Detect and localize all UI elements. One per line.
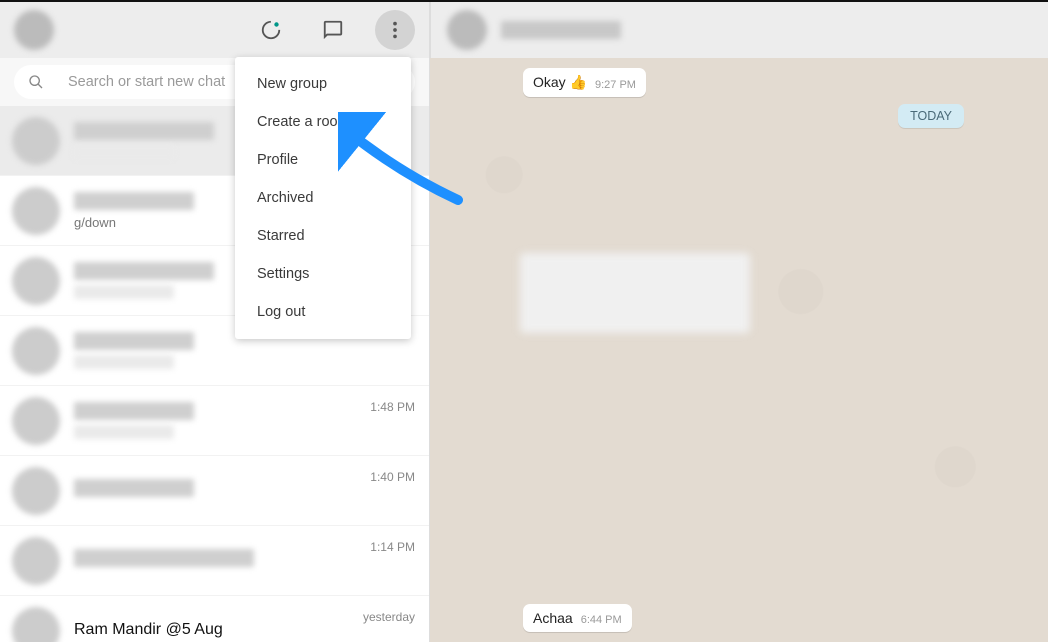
menu-archived[interactable]: Archived xyxy=(235,179,411,217)
chat-row[interactable]: 1:14 PM xyxy=(0,526,429,596)
date-chip: TODAY xyxy=(898,104,964,128)
status-icon[interactable] xyxy=(251,10,291,50)
my-avatar[interactable] xyxy=(14,10,54,50)
options-menu: New group Create a room Profile Archived… xyxy=(235,57,411,339)
chat-time: yesterday xyxy=(363,610,415,624)
message-time: 6:44 PM xyxy=(581,614,622,626)
chat-header xyxy=(430,2,1048,58)
message-time: 9:27 PM xyxy=(595,79,636,91)
menu-starred[interactable]: Starred xyxy=(235,217,411,255)
menu-icon[interactable] xyxy=(375,10,415,50)
message-text: Achaa xyxy=(533,610,573,626)
chat-time: 1:48 PM xyxy=(370,400,415,414)
chat-row[interactable]: 1:40 PM xyxy=(0,456,429,526)
menu-logout[interactable]: Log out xyxy=(235,293,411,331)
menu-create-room[interactable]: Create a room xyxy=(235,103,411,141)
chat-row[interactable]: Ram Mandir @5 Aug yesterday xyxy=(0,596,429,642)
chat-time: 1:40 PM xyxy=(370,470,415,484)
message-in[interactable]: Achaa 6:44 PM xyxy=(523,604,632,632)
message-in[interactable]: Okay 👍 9:27 PM xyxy=(523,68,646,97)
menu-new-group[interactable]: New group xyxy=(235,65,411,103)
menu-profile[interactable]: Profile xyxy=(235,141,411,179)
new-chat-icon[interactable] xyxy=(313,10,353,50)
chat-body: Okay 👍 9:27 PM TODAY Achaa 6:44 PM xyxy=(430,58,1048,642)
redacted-message xyxy=(520,253,750,333)
chat-name: Ram Mandir @5 Aug xyxy=(74,621,349,639)
sidebar-header xyxy=(0,2,429,58)
contact-avatar[interactable] xyxy=(447,10,487,50)
chat-pane: Okay 👍 9:27 PM TODAY Achaa 6:44 PM xyxy=(430,2,1048,642)
app-root: g/down 1:48 PM 1:40 PM xyxy=(0,0,1048,642)
menu-settings[interactable]: Settings xyxy=(235,255,411,293)
chat-time: 1:14 PM xyxy=(370,540,415,554)
chat-row[interactable]: 1:48 PM xyxy=(0,386,429,456)
contact-name xyxy=(501,21,621,39)
message-text: Okay 👍 xyxy=(533,74,587,91)
